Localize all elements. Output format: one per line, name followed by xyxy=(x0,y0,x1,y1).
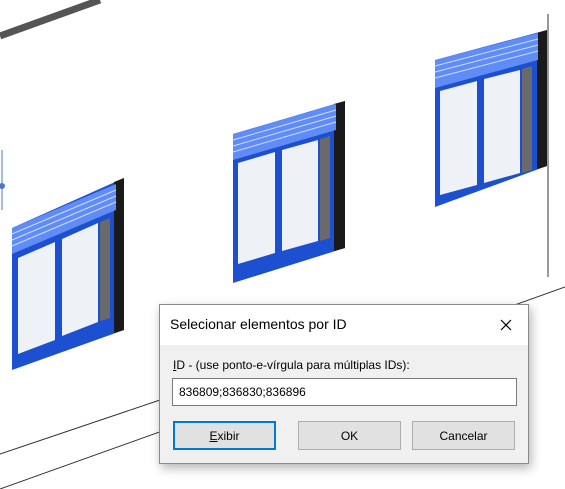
show-button-mnemonic: E xyxy=(209,428,218,443)
window-1[interactable] xyxy=(11,178,124,370)
dialog-title: Selecionar elementos por ID xyxy=(170,316,347,332)
close-icon xyxy=(500,319,512,331)
id-field-label: ID - (use ponto-e-vírgula para múltiplas… xyxy=(173,358,410,372)
select-by-id-dialog: Selecionar elementos por ID ID - (use po… xyxy=(159,304,529,464)
reference-grip[interactable] xyxy=(0,183,5,189)
show-button-text: xibir xyxy=(217,428,240,443)
close-button[interactable] xyxy=(484,305,528,345)
show-button[interactable]: Exibir xyxy=(173,421,276,450)
id-input[interactable] xyxy=(172,378,517,406)
wall-top-edge xyxy=(0,0,102,40)
cancel-button[interactable]: Cancelar xyxy=(412,421,515,450)
window-2[interactable] xyxy=(232,101,345,283)
id-label-text: D - (use ponto-e-vírgula para múltiplas … xyxy=(176,358,410,372)
wall-base-edge xyxy=(0,399,161,455)
dialog-titlebar[interactable]: Selecionar elementos por ID xyxy=(160,305,528,345)
window-3[interactable] xyxy=(434,30,547,207)
ok-button[interactable]: OK xyxy=(298,421,401,450)
